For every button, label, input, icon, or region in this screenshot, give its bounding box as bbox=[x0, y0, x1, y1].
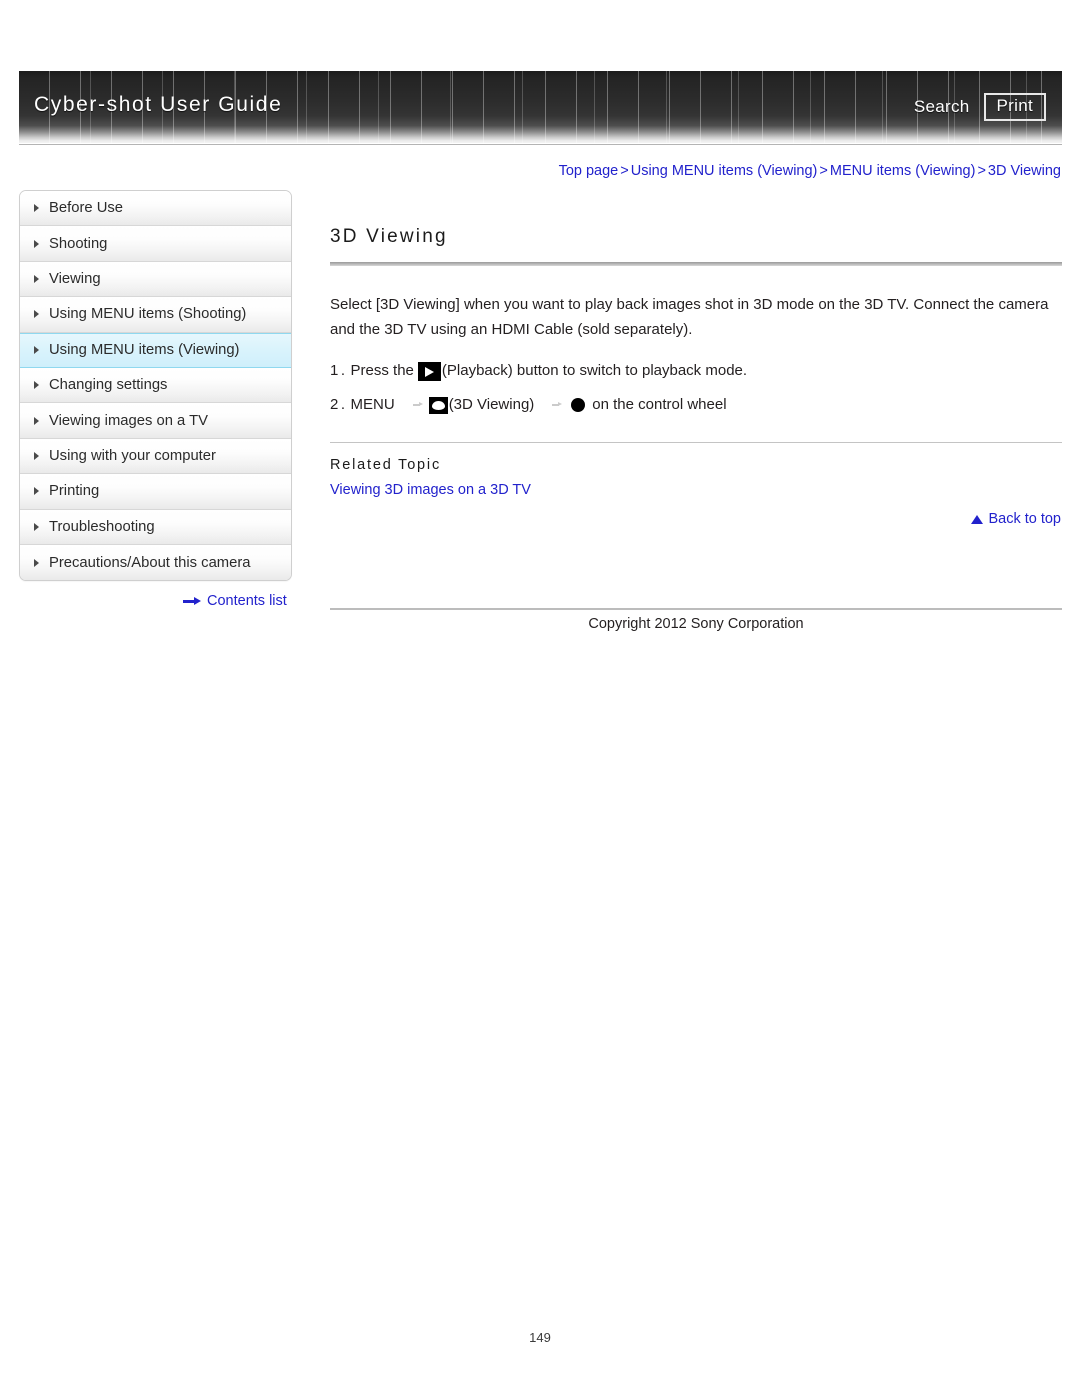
chevron-right-icon bbox=[34, 204, 39, 213]
back-to-top-link[interactable]: Back to top bbox=[971, 511, 1061, 527]
icon-label: (3D Viewing) bbox=[448, 396, 535, 413]
page-title: 3D Viewing bbox=[330, 226, 448, 247]
footer-divider bbox=[330, 608, 1062, 610]
sidebar-item-printing[interactable]: Printing bbox=[20, 474, 291, 510]
chevron-right-icon bbox=[34, 310, 39, 319]
breadcrumb-item-3d-viewing[interactable]: 3D Viewing bbox=[988, 163, 1061, 179]
sidebar-item-using-menu-items-viewing[interactable]: Using MENU items (Viewing) bbox=[20, 332, 291, 368]
page-root: Cyber-shot User Guide Search Print Top p… bbox=[0, 0, 1080, 1397]
back-to-top-label: Back to top bbox=[988, 511, 1061, 527]
sidebar-item-label: Changing settings bbox=[49, 377, 168, 394]
chevron-right-icon bbox=[34, 381, 39, 390]
sidebar-item-before-use[interactable]: Before Use bbox=[20, 191, 291, 227]
page-number: 149 bbox=[529, 1330, 551, 1345]
sidebar-item-troubleshooting[interactable]: Troubleshooting bbox=[20, 509, 291, 545]
chevron-right-icon bbox=[34, 558, 39, 567]
breadcrumb-separator: > bbox=[819, 163, 828, 179]
breadcrumb-item-menu-items-viewing[interactable]: MENU items (Viewing) bbox=[830, 163, 976, 179]
contents-list-link[interactable]: Contents list bbox=[183, 593, 287, 609]
sidebar-item-label: Precautions/About this camera bbox=[49, 554, 251, 571]
header-actions: Search Print bbox=[914, 93, 1046, 121]
sidebar-navigation: Before Use Shooting Viewing Using MENU i… bbox=[19, 190, 292, 582]
sidebar-item-shooting[interactable]: Shooting bbox=[20, 226, 291, 262]
sidebar-item-label: Before Use bbox=[49, 200, 124, 217]
breadcrumb-item-using-menu-items-viewing[interactable]: Using MENU items (Viewing) bbox=[631, 163, 818, 179]
breadcrumb-separator: > bbox=[620, 163, 629, 179]
arrow-right-small-icon bbox=[548, 401, 564, 409]
sidebar-item-changing-settings[interactable]: Changing settings bbox=[20, 367, 291, 404]
step-text-before: Press the bbox=[350, 362, 414, 379]
center-button-icon bbox=[571, 398, 586, 412]
chevron-right-icon bbox=[34, 522, 39, 531]
copyright-text: Copyright 2012 Sony Corporation bbox=[588, 616, 804, 632]
title-divider bbox=[330, 262, 1062, 266]
sidebar-item-label: Using with your computer bbox=[49, 447, 216, 464]
step-2: 2. MENU (3D Viewing) on the control whee… bbox=[330, 392, 1062, 418]
step-number: 2. bbox=[330, 396, 348, 413]
chevron-right-icon bbox=[34, 346, 39, 355]
step-1: 1. Press the (Playback) button to switch… bbox=[330, 358, 1062, 384]
steps-list: 1. Press the (Playback) button to switch… bbox=[330, 358, 1062, 418]
intro-paragraph: Select [3D Viewing] when you want to pla… bbox=[330, 296, 1049, 338]
triangle-up-icon bbox=[971, 514, 984, 524]
playback-icon bbox=[417, 361, 441, 381]
app-title: Cyber-shot User Guide bbox=[34, 93, 283, 116]
sidebar-item-viewing[interactable]: Viewing bbox=[20, 261, 291, 298]
breadcrumb-separator: > bbox=[977, 163, 986, 179]
related-topic-divider bbox=[330, 442, 1062, 443]
print-button[interactable]: Print bbox=[983, 93, 1046, 121]
sidebar-item-label: Using MENU items (Viewing) bbox=[49, 342, 240, 359]
arrow-right-icon bbox=[183, 596, 201, 606]
sidebar-item-viewing-images-on-a-tv[interactable]: Viewing images on a TV bbox=[20, 403, 291, 439]
sidebar-item-label: Viewing images on a TV bbox=[49, 412, 209, 429]
menu-label: MENU bbox=[350, 396, 395, 413]
contents-list-label: Contents list bbox=[207, 593, 287, 609]
sidebar-item-label: Viewing bbox=[49, 270, 101, 287]
sidebar-item-using-with-your-computer[interactable]: Using with your computer bbox=[20, 438, 291, 475]
chevron-right-icon bbox=[34, 487, 39, 496]
breadcrumb: Top page > Using MENU items (Viewing) > MENU… bbox=[559, 163, 1061, 179]
chevron-right-icon bbox=[34, 451, 39, 460]
sidebar-item-label: Printing bbox=[49, 483, 100, 500]
chevron-right-icon bbox=[34, 239, 39, 248]
header-banner: Cyber-shot User Guide Search Print bbox=[19, 71, 1062, 143]
arrow-right-small-icon bbox=[409, 401, 425, 409]
breadcrumb-item-top-page[interactable]: Top page bbox=[559, 163, 619, 179]
chevron-right-icon bbox=[34, 274, 39, 283]
related-topic-link[interactable]: Viewing 3D images on a 3D TV bbox=[330, 482, 531, 498]
sidebar-item-using-menu-items-shooting[interactable]: Using MENU items (Shooting) bbox=[20, 297, 291, 333]
main-content: 3D Viewing Select [3D Viewing] when you … bbox=[330, 190, 1062, 499]
sidebar-item-precautions-about-this-camera[interactable]: Precautions/About this camera bbox=[20, 544, 291, 581]
step-text-after: (Playback) button to switch to playback … bbox=[441, 362, 748, 379]
chevron-right-icon bbox=[34, 416, 39, 425]
step-number: 1. bbox=[330, 362, 348, 379]
3d-viewing-icon bbox=[428, 396, 448, 414]
sidebar-item-label: Using MENU items (Shooting) bbox=[49, 306, 247, 323]
banner-underline bbox=[19, 144, 1062, 145]
related-topic-heading: Related Topic bbox=[330, 457, 441, 473]
search-button[interactable]: Search bbox=[914, 97, 970, 117]
step-text-after: on the control wheel bbox=[592, 396, 727, 413]
sidebar-item-label: Shooting bbox=[49, 235, 108, 252]
sidebar-item-label: Troubleshooting bbox=[49, 518, 155, 535]
